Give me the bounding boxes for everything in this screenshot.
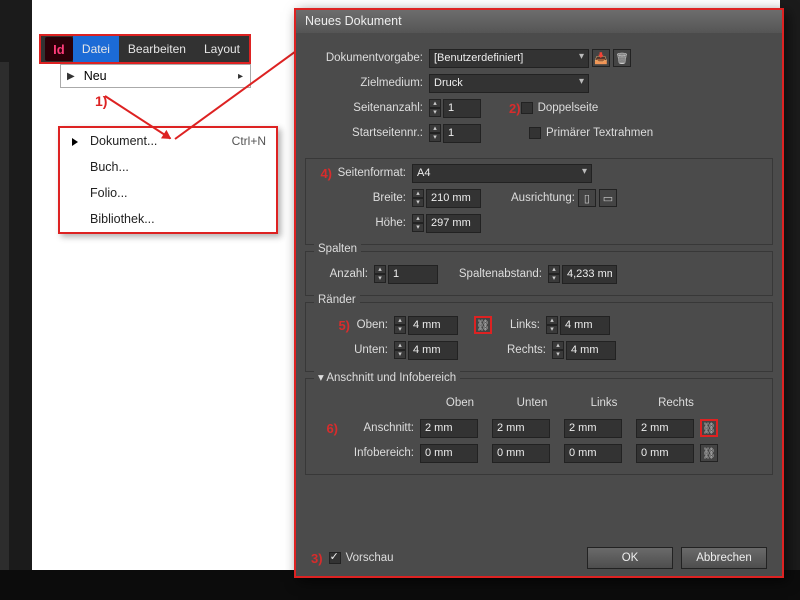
ok-button[interactable]: OK — [587, 547, 673, 569]
menubar: Id Datei Bearbeiten Layout — [39, 34, 251, 64]
delete-preset-icon[interactable]: 🗑 — [613, 49, 631, 67]
bleed-title: ▾ Anschnitt und Infobereich — [314, 370, 460, 384]
primaryframe-label: Primärer Textrahmen — [546, 127, 653, 139]
slug-right-input[interactable] — [636, 444, 694, 463]
margin-bottom-label: Unten: — [314, 344, 394, 356]
margin-bottom-input[interactable] — [408, 341, 458, 360]
startpage-label: Startseitennr.: — [309, 127, 429, 139]
cancel-button[interactable]: Abbrechen — [681, 547, 767, 569]
doppelseite-label: Doppelseite — [538, 102, 599, 114]
bleed-top-input[interactable] — [420, 419, 478, 438]
bleed-col-bottom: Unten — [496, 397, 568, 409]
startpage-input[interactable] — [443, 124, 481, 143]
bleed-col-right: Rechts — [640, 397, 712, 409]
slug-top-input[interactable] — [420, 444, 478, 463]
submenu-item-buch[interactable]: Buch... — [60, 154, 276, 180]
annotation-step-3: 3) — [311, 551, 323, 566]
slug-left-input[interactable] — [564, 444, 622, 463]
bleed-left-input[interactable] — [564, 419, 622, 438]
slug-bottom-input[interactable] — [492, 444, 550, 463]
vertical-ruler — [0, 62, 9, 600]
pages-label: Seitenanzahl: — [309, 102, 429, 114]
bleed-right-input[interactable] — [636, 419, 694, 438]
target-label: Zielmedium: — [309, 77, 429, 89]
format-select[interactable]: A4 — [412, 164, 592, 183]
slug-link-icon[interactable]: ⛓ — [700, 444, 718, 462]
bleed-label: Anschnitt: — [338, 422, 420, 434]
annotation-step-5: 5) — [314, 318, 350, 333]
format-label: Seitenformat: — [332, 167, 412, 179]
annotation-step-4: 4) — [314, 166, 332, 181]
width-input[interactable] — [426, 189, 481, 208]
submenu-item-bibliothek[interactable]: Bibliothek... — [60, 206, 276, 232]
preset-select[interactable]: [Benutzerdefiniert] — [429, 49, 589, 68]
menu-neu-row[interactable]: ▶ Neu ▸ — [60, 64, 251, 88]
submenu-shortcut: Ctrl+N — [232, 134, 266, 148]
margin-left-input[interactable] — [560, 316, 610, 335]
primaryframe-checkbox[interactable] — [529, 127, 541, 139]
height-label: Höhe: — [314, 217, 412, 229]
menu-bearbeiten[interactable]: Bearbeiten — [119, 36, 195, 62]
margin-left-label: Links: — [492, 319, 546, 331]
margins-title: Ränder — [314, 294, 360, 306]
indesign-logo: Id — [45, 37, 73, 61]
width-label: Breite: — [314, 192, 412, 204]
chevron-right-icon: ▸ — [238, 71, 243, 82]
annotation-step-2: 2) — [509, 101, 521, 116]
menu-datei[interactable]: Datei — [73, 36, 119, 62]
doppelseite-checkbox[interactable] — [521, 102, 533, 114]
menu-neu-label: Neu — [84, 69, 107, 83]
save-preset-icon[interactable]: 📥 — [592, 49, 610, 67]
triangle-right-icon: ▶ — [67, 71, 75, 82]
margin-top-input[interactable] — [408, 316, 458, 335]
submenu-item-label: Bibliothek... — [90, 212, 155, 226]
col-count-label: Anzahl: — [314, 268, 374, 280]
margin-right-input[interactable] — [566, 341, 616, 360]
margin-top-label: Oben: — [350, 319, 394, 331]
gutter-label: Spaltenabstand: — [438, 268, 548, 280]
bleed-link-icon[interactable]: ⛓ — [700, 419, 718, 437]
orientation-label: Ausrichtung: — [511, 192, 575, 204]
height-input[interactable] — [426, 214, 481, 233]
target-select[interactable]: Druck — [429, 74, 589, 93]
new-document-dialog: Neues Dokument Dokumentvorgabe: [Benutze… — [294, 8, 784, 578]
bleed-bottom-input[interactable] — [492, 419, 550, 438]
margin-right-label: Rechts: — [458, 344, 552, 356]
submenu-item-label: Buch... — [90, 160, 129, 174]
dialog-title: Neues Dokument — [295, 9, 783, 33]
landscape-icon[interactable]: ▭ — [599, 189, 617, 207]
bleed-col-top: Oben — [424, 397, 496, 409]
slug-label: Infobereich: — [314, 447, 420, 459]
col-count-input[interactable] — [388, 265, 438, 284]
preview-label: Vorschau — [346, 552, 394, 564]
gutter-input[interactable] — [562, 265, 617, 284]
submenu-item-folio[interactable]: Folio... — [60, 180, 276, 206]
submenu-item-label: Folio... — [90, 186, 128, 200]
pages-input[interactable] — [443, 99, 481, 118]
preview-checkbox[interactable] — [329, 552, 341, 564]
submenu-item-label: Dokument... — [90, 134, 157, 148]
margins-link-icon[interactable]: ⛓ — [474, 316, 492, 334]
menu-layout[interactable]: Layout — [195, 36, 249, 62]
columns-title: Spalten — [314, 243, 361, 255]
annotation-step-6: 6) — [314, 421, 338, 436]
preset-label: Dokumentvorgabe: — [309, 52, 429, 64]
bleed-col-left: Links — [568, 397, 640, 409]
portrait-icon[interactable]: ▯ — [578, 189, 596, 207]
